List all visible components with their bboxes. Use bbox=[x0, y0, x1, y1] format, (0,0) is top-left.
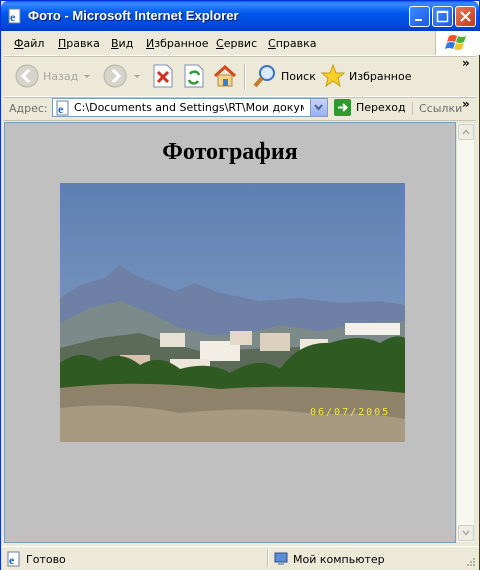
vertical-scrollbar[interactable] bbox=[456, 122, 475, 543]
menu-file[interactable]: Файл bbox=[14, 37, 44, 50]
maximize-icon bbox=[436, 10, 449, 23]
home-icon bbox=[213, 64, 237, 87]
search-button[interactable]: Поиск bbox=[252, 60, 316, 92]
address-dropdown-button[interactable] bbox=[310, 99, 327, 116]
security-zone: Мой компьютер bbox=[273, 551, 385, 567]
back-label: Назад bbox=[43, 69, 79, 83]
title-bar[interactable]: e Фото - Microsoft Internet Explorer bbox=[1, 1, 479, 31]
page-heading: Фотография bbox=[162, 139, 298, 165]
search-icon bbox=[253, 65, 275, 88]
back-dropdown-icon[interactable] bbox=[84, 74, 91, 78]
address-label: Адрес: bbox=[9, 102, 48, 115]
home-button[interactable] bbox=[212, 60, 238, 92]
close-icon bbox=[460, 11, 471, 22]
resize-grip-icon[interactable] bbox=[466, 557, 476, 567]
scroll-down-button[interactable] bbox=[458, 525, 474, 541]
forward-button[interactable] bbox=[102, 60, 140, 92]
minimize-icon bbox=[415, 19, 422, 21]
go-button[interactable]: Переход bbox=[334, 99, 406, 116]
minimize-button[interactable] bbox=[409, 6, 430, 27]
menu-help[interactable]: Справка bbox=[268, 37, 316, 50]
menu-tools[interactable]: Сервис bbox=[216, 37, 257, 50]
page-icon: e bbox=[7, 551, 20, 567]
landscape-image bbox=[60, 183, 405, 442]
standard-toolbar: Назад Поиск Избранное » bbox=[4, 56, 476, 97]
landscape-photo: 06/07/2005 bbox=[60, 183, 405, 442]
svg-text:e: e bbox=[58, 102, 64, 116]
toolbar-separator bbox=[244, 64, 246, 90]
svg-text:e: e bbox=[9, 553, 15, 567]
favorites-star-icon bbox=[320, 63, 346, 88]
close-button[interactable] bbox=[455, 6, 476, 27]
scroll-up-button[interactable] bbox=[458, 124, 474, 140]
address-value: C:\Documents and Settings\RT\Мои докумен… bbox=[74, 101, 304, 114]
refresh-icon bbox=[184, 64, 204, 88]
chevron-up-icon bbox=[462, 129, 470, 135]
back-arrow-icon bbox=[15, 64, 39, 88]
windows-logo bbox=[435, 31, 480, 55]
go-arrow-icon bbox=[334, 99, 351, 116]
chevron-down-icon bbox=[462, 530, 470, 536]
menu-bar: Файл Правка Вид Избранное Сервис Справка bbox=[4, 31, 476, 56]
svg-text:e: e bbox=[10, 10, 16, 24]
search-label: Поиск bbox=[281, 69, 316, 83]
address-bar: Адрес: e C:\Documents and Settings\RT\Мо… bbox=[4, 96, 476, 121]
photo-date-stamp: 06/07/2005 bbox=[310, 407, 391, 418]
back-button[interactable]: Назад bbox=[14, 60, 91, 92]
address-input[interactable]: e C:\Documents and Settings\RT\Мои докум… bbox=[52, 98, 328, 117]
status-ready: e Готово bbox=[6, 551, 66, 567]
links-button[interactable]: Ссылки bbox=[412, 102, 462, 115]
menu-edit[interactable]: Правка bbox=[58, 37, 100, 50]
forward-arrow-icon bbox=[103, 64, 127, 88]
forward-dropdown-icon[interactable] bbox=[134, 74, 140, 78]
stop-button[interactable] bbox=[152, 60, 174, 92]
maximize-button[interactable] bbox=[432, 6, 453, 27]
links-more-chevron[interactable]: » bbox=[462, 97, 470, 111]
go-label: Переход bbox=[356, 101, 406, 114]
refresh-button[interactable] bbox=[183, 60, 205, 92]
favorites-label: Избранное bbox=[349, 69, 412, 83]
ie-page-icon: e bbox=[8, 8, 21, 24]
page-content[interactable]: Фотография 06/07/2005 bbox=[4, 122, 456, 543]
chevron-down-icon bbox=[314, 104, 323, 111]
favorites-button[interactable]: Избранное bbox=[320, 60, 411, 92]
status-bar: e Готово Мой компьютер bbox=[1, 546, 479, 570]
menu-view[interactable]: Вид bbox=[111, 37, 133, 50]
toolbar-more-chevron[interactable]: » bbox=[462, 56, 470, 70]
ie-window: e Фото - Microsoft Internet Explorer Фай… bbox=[0, 0, 480, 570]
status-separator bbox=[267, 549, 269, 567]
zone-label: Мой компьютер bbox=[293, 552, 385, 566]
my-computer-icon bbox=[274, 552, 288, 565]
window-title: Фото - Microsoft Internet Explorer bbox=[28, 8, 239, 23]
stop-icon bbox=[153, 64, 173, 88]
windows-flag-icon bbox=[445, 35, 466, 50]
menu-favorites[interactable]: Избранное bbox=[146, 37, 208, 50]
page-icon: e bbox=[56, 100, 69, 116]
status-text: Готово bbox=[26, 552, 66, 566]
